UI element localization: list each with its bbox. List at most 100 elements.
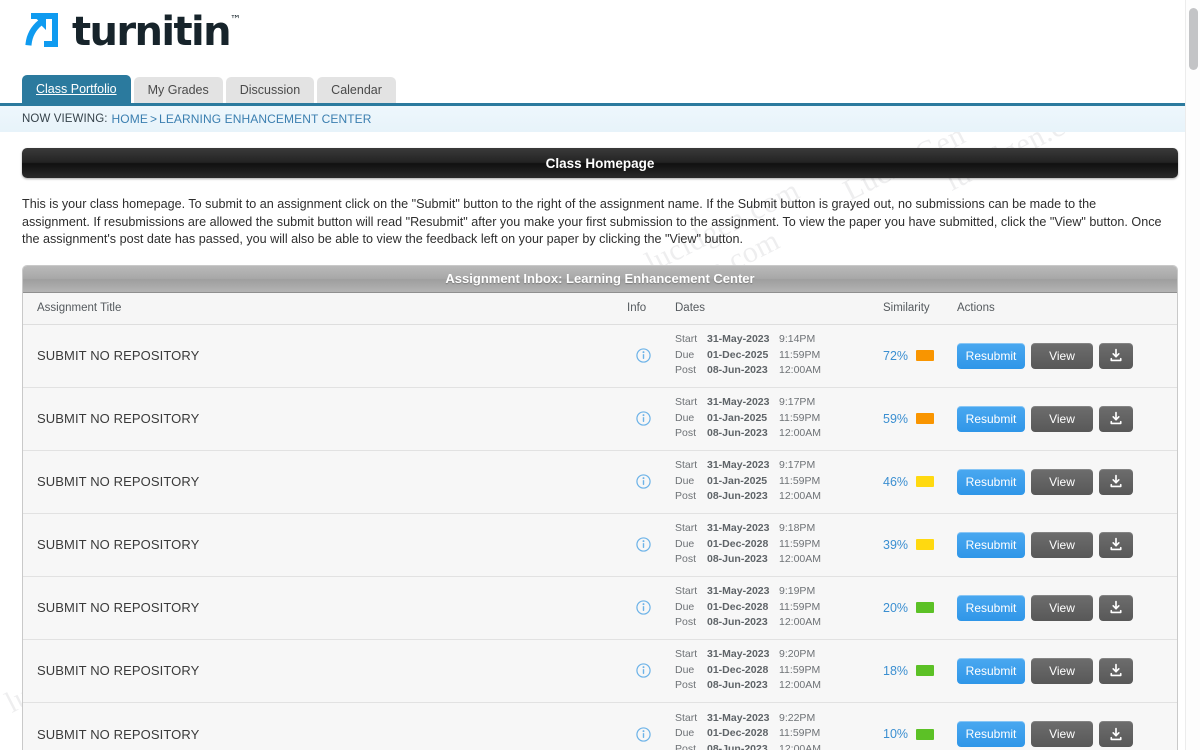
view-button[interactable]: View bbox=[1031, 468, 1093, 495]
table-row: SUBMIT NO REPOSITORY Start 31-May-2023 9:14… bbox=[23, 324, 1177, 388]
due-date: 01-Dec-2028 bbox=[707, 663, 769, 676]
page-title: Class Homepage bbox=[545, 155, 655, 171]
view-button[interactable]: View bbox=[1031, 594, 1093, 621]
similarity-score[interactable]: 10% bbox=[883, 727, 908, 741]
info-cell bbox=[627, 663, 675, 678]
download-button[interactable] bbox=[1099, 721, 1133, 747]
table-row: SUBMIT NO REPOSITORY Start 31-May-2023 9:19… bbox=[23, 576, 1177, 640]
download-button[interactable] bbox=[1099, 531, 1133, 558]
resubmit-button[interactable]: Resubmit bbox=[957, 594, 1025, 621]
post-date: 08-Jun-2023 bbox=[707, 553, 768, 566]
post-date-row: Post 08-Jun-2023 12:00AM bbox=[675, 363, 883, 379]
similarity-cell: 20% bbox=[883, 601, 957, 615]
start-time: 9:17PM bbox=[779, 459, 816, 472]
similarity-score[interactable]: 39% bbox=[883, 538, 908, 552]
breadcrumb-label: NOW VIEWING: bbox=[22, 113, 108, 125]
info-icon[interactable] bbox=[636, 411, 651, 426]
column-header-assignment-title: Assignment Title bbox=[37, 302, 122, 314]
due-label: Due bbox=[675, 474, 695, 487]
start-date: 31-May-2023 bbox=[707, 396, 770, 409]
download-icon bbox=[1110, 474, 1122, 488]
start-date: 31-May-2023 bbox=[707, 459, 770, 472]
post-time: 12:00AM bbox=[779, 616, 822, 629]
info-icon[interactable] bbox=[636, 537, 651, 552]
post-label: Post bbox=[675, 490, 697, 503]
start-date: 31-May-2023 bbox=[707, 585, 770, 598]
due-date: 01-Jan-2025 bbox=[707, 411, 768, 424]
breadcrumb-separator: > bbox=[149, 112, 158, 126]
download-button[interactable] bbox=[1099, 657, 1133, 684]
info-icon[interactable] bbox=[636, 600, 651, 615]
similarity-score[interactable]: 72% bbox=[883, 349, 908, 363]
similarity-cell: 72% bbox=[883, 349, 957, 363]
tab-discussion[interactable]: Discussion bbox=[225, 77, 315, 103]
similarity-score[interactable]: 46% bbox=[883, 475, 908, 489]
assignment-title: SUBMIT NO REPOSITORY bbox=[37, 600, 200, 615]
post-date-row: Post 08-Jun-2023 12:00AM bbox=[675, 489, 883, 505]
view-button[interactable]: View bbox=[1031, 405, 1093, 432]
tab-calendar[interactable]: Calendar bbox=[317, 77, 396, 103]
start-time: 9:14PM bbox=[779, 333, 816, 346]
turnitin-arrow-logo-icon bbox=[25, 13, 58, 47]
breadcrumb-current[interactable]: LEARNING ENHANCEMENT CENTER bbox=[159, 112, 372, 126]
download-button[interactable] bbox=[1099, 342, 1133, 369]
download-button[interactable] bbox=[1099, 405, 1133, 432]
resubmit-button[interactable]: Resubmit bbox=[957, 405, 1025, 432]
info-icon[interactable] bbox=[636, 663, 651, 678]
page-scrollbar-thumb[interactable] bbox=[1189, 8, 1198, 70]
view-button[interactable]: View bbox=[1031, 721, 1093, 747]
similarity-score[interactable]: 18% bbox=[883, 664, 908, 678]
assignment-inbox-title: Assignment Inbox: Learning Enhancement C… bbox=[23, 265, 1177, 293]
download-button[interactable] bbox=[1099, 594, 1133, 621]
due-time: 11:59PM bbox=[779, 411, 821, 424]
tab-my-grades[interactable]: My Grades bbox=[133, 77, 223, 103]
view-button[interactable]: View bbox=[1031, 657, 1093, 684]
tab-class-portfolio[interactable]: Class Portfolio bbox=[22, 75, 131, 103]
assignment-inbox-panel: Assignment Inbox: Learning Enhancement C… bbox=[22, 264, 1178, 750]
due-date-row: Due 01-Jan-2025 11:59PM bbox=[675, 474, 883, 490]
table-row: SUBMIT NO REPOSITORY Start 31-May-2023 9:20… bbox=[23, 639, 1177, 703]
resubmit-button[interactable]: Resubmit bbox=[957, 657, 1025, 684]
view-button[interactable]: View bbox=[1031, 342, 1093, 369]
info-icon[interactable] bbox=[636, 474, 651, 489]
intro-paragraph: This is your class homepage. To submit t… bbox=[22, 197, 1162, 246]
resubmit-button[interactable]: Resubmit bbox=[957, 531, 1025, 558]
start-date-row: Start 31-May-2023 9:22PM bbox=[675, 711, 883, 727]
start-date: 31-May-2023 bbox=[707, 522, 770, 535]
main-content: Class Homepage This is your class homepa… bbox=[0, 148, 1200, 750]
due-date: 01-Dec-2028 bbox=[707, 727, 769, 740]
breadcrumb-links: HOME > LEARNING ENHANCEMENT CENTER bbox=[112, 112, 372, 126]
info-icon[interactable] bbox=[636, 348, 651, 363]
due-date-row: Due 01-Dec-2028 11:59PM bbox=[675, 537, 883, 553]
similarity-score[interactable]: 20% bbox=[883, 601, 908, 615]
due-label: Due bbox=[675, 537, 695, 550]
resubmit-button[interactable]: Resubmit bbox=[957, 342, 1025, 369]
due-label: Due bbox=[675, 727, 695, 740]
similarity-cell: 59% bbox=[883, 412, 957, 426]
post-label: Post bbox=[675, 742, 697, 750]
download-button[interactable] bbox=[1099, 468, 1133, 495]
start-label: Start bbox=[675, 396, 698, 409]
resubmit-button[interactable]: Resubmit bbox=[957, 721, 1025, 747]
start-time: 9:18PM bbox=[779, 522, 816, 535]
start-date: 31-May-2023 bbox=[707, 333, 770, 346]
resubmit-button[interactable]: Resubmit bbox=[957, 468, 1025, 495]
similarity-cell: 46% bbox=[883, 475, 957, 489]
page-scrollbar[interactable] bbox=[1185, 0, 1200, 750]
download-icon bbox=[1110, 537, 1122, 551]
brand-name-text: turnitin bbox=[72, 9, 232, 55]
dates-cell: Start 31-May-2023 9:22PM Due 01-Dec-2028 11:5… bbox=[675, 711, 883, 750]
similarity-score[interactable]: 59% bbox=[883, 412, 908, 426]
start-date-row: Start 31-May-2023 9:14PM bbox=[675, 332, 883, 348]
brand-name: turnitin ™ bbox=[72, 9, 241, 55]
turnitin-logo[interactable]: turnitin ™ bbox=[22, 9, 241, 55]
info-icon[interactable] bbox=[636, 726, 651, 742]
turnitin-class-homepage: lucidgen.comLucid Genlucidgen.comlucidge… bbox=[0, 0, 1200, 750]
download-icon bbox=[1110, 411, 1122, 425]
post-date: 08-Jun-2023 bbox=[707, 490, 768, 503]
column-header-actions: Actions bbox=[957, 302, 995, 314]
start-label: Start bbox=[675, 459, 698, 472]
view-button[interactable]: View bbox=[1031, 531, 1093, 558]
dates-cell: Start 31-May-2023 9:19PM Due 01-Dec-2028 11:5… bbox=[675, 584, 883, 631]
breadcrumb-home-link[interactable]: HOME bbox=[112, 112, 148, 126]
